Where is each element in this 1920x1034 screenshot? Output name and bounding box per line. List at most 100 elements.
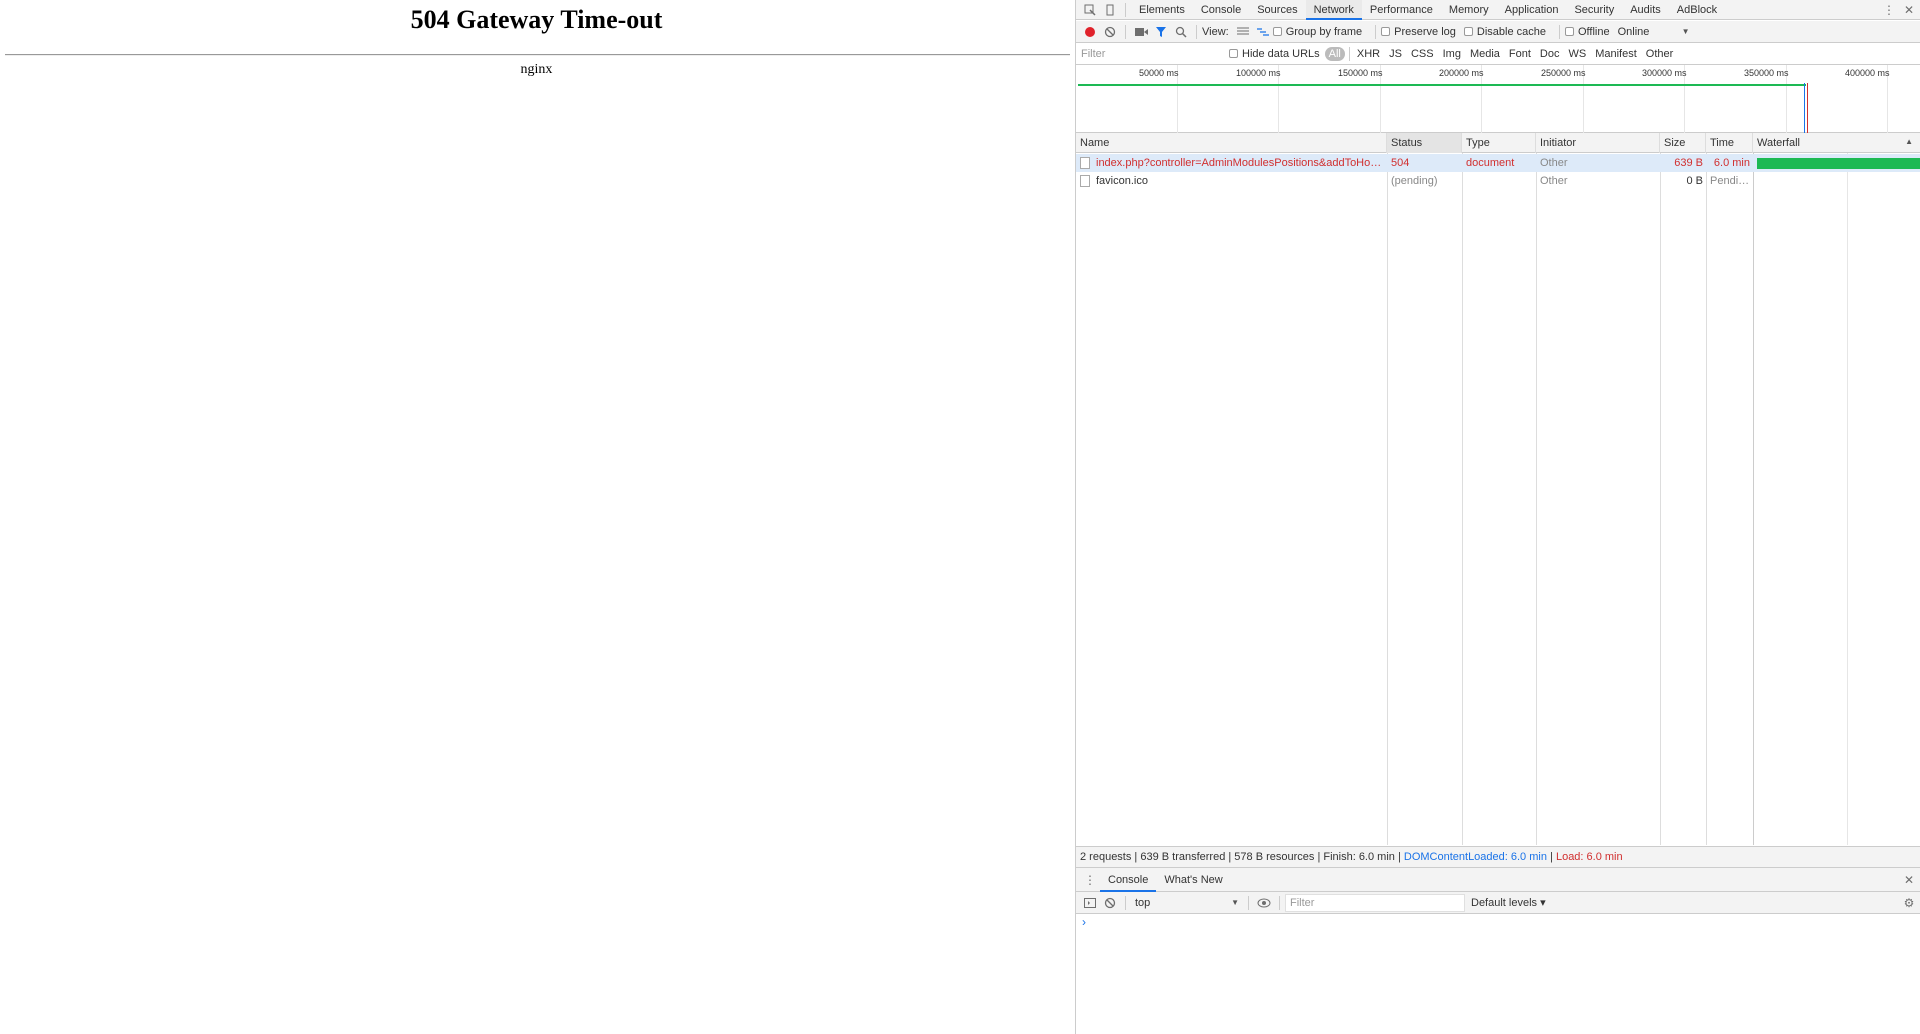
eye-icon[interactable] xyxy=(1254,893,1274,913)
overview-icon[interactable] xyxy=(1253,22,1273,42)
drawer-tabbar: ⋮ Console What's New ✕ xyxy=(1076,868,1920,892)
preserve-log-checkbox[interactable]: Preserve log xyxy=(1381,26,1456,38)
filter-type-css[interactable]: CSS xyxy=(1407,47,1438,61)
context-select[interactable]: top ▼ xyxy=(1131,894,1243,912)
tab-performance[interactable]: Performance xyxy=(1362,0,1441,20)
overview-tick: 300000 ms xyxy=(1642,68,1687,78)
drawer-tab-whats-new[interactable]: What's New xyxy=(1156,868,1230,892)
filter-type-ws[interactable]: WS xyxy=(1564,47,1590,61)
tab-adblock[interactable]: AdBlock xyxy=(1669,0,1725,20)
overview-tick: 50000 ms xyxy=(1139,68,1179,78)
filter-type-all[interactable]: All xyxy=(1324,46,1345,61)
tab-sources[interactable]: Sources xyxy=(1249,0,1305,20)
filter-icon[interactable] xyxy=(1151,22,1171,42)
throttling-value: Online xyxy=(1617,25,1650,38)
separator xyxy=(1125,895,1126,910)
tab-audits[interactable]: Audits xyxy=(1622,0,1669,20)
column-type[interactable]: Type xyxy=(1462,133,1536,153)
throttling-select[interactable]: Online ▼ xyxy=(1618,26,1690,38)
column-divider xyxy=(1536,153,1537,845)
search-icon[interactable] xyxy=(1171,22,1191,42)
checkbox-box xyxy=(1381,27,1391,36)
dropdown-arrow-icon: ▼ xyxy=(1231,898,1239,907)
table-row[interactable]: favicon.ico (pending) Other 0 B Pending xyxy=(1076,172,1920,190)
request-name: favicon.ico xyxy=(1096,175,1148,187)
devtools-panel: Elements Console Sources Network Perform… xyxy=(1075,0,1920,1034)
column-time[interactable]: Time xyxy=(1706,133,1753,153)
filter-type-font[interactable]: Font xyxy=(1505,47,1535,61)
filter-input[interactable]: Filter xyxy=(1079,45,1221,63)
record-icon[interactable] xyxy=(1080,22,1100,42)
request-table-header: Name Status Type Initiator Size Time Wat… xyxy=(1076,133,1920,153)
column-initiator[interactable]: Initiator xyxy=(1536,133,1660,153)
clear-console-icon[interactable] xyxy=(1100,893,1120,913)
separator xyxy=(1375,24,1377,39)
filter-type-img[interactable]: Img xyxy=(1439,47,1465,61)
filter-type-doc[interactable]: Doc xyxy=(1536,47,1564,61)
separator xyxy=(1279,895,1280,910)
offline-label: Offline xyxy=(1577,25,1610,38)
filter-type-other[interactable]: Other xyxy=(1642,47,1678,61)
request-status: 504 xyxy=(1391,157,1410,169)
checkbox-box xyxy=(1463,27,1473,36)
inspect-element-icon[interactable] xyxy=(1080,0,1100,20)
request-type: document xyxy=(1466,157,1515,169)
tab-memory[interactable]: Memory xyxy=(1441,0,1497,20)
drawer-menu-icon[interactable]: ⋮ xyxy=(1080,870,1100,890)
filter-bar: Filter Hide data URLs All XHR JS CSS Img… xyxy=(1076,43,1920,65)
filter-type-manifest[interactable]: Manifest xyxy=(1591,47,1641,61)
console-prompt[interactable]: › xyxy=(1082,915,1086,929)
group-by-frame-checkbox[interactable]: Group by frame xyxy=(1272,26,1362,38)
log-levels-select[interactable]: Default levels ▾ xyxy=(1471,896,1546,909)
request-time: 6.0 min xyxy=(1713,157,1750,169)
device-toolbar-icon[interactable] xyxy=(1100,0,1120,20)
drawer-tab-console[interactable]: Console xyxy=(1100,868,1157,892)
filter-type-js[interactable]: JS xyxy=(1385,47,1406,61)
request-status: (pending) xyxy=(1391,175,1438,187)
gear-icon[interactable]: ⚙ xyxy=(1899,893,1919,913)
column-name[interactable]: Name xyxy=(1076,133,1387,153)
divider xyxy=(5,54,1070,56)
request-name: index.php?controller=AdminModulesPositio… xyxy=(1096,157,1385,169)
overview-tick: 350000 ms xyxy=(1744,68,1789,78)
clear-icon[interactable] xyxy=(1100,22,1120,42)
network-summary-bar: 2 requests | 639 B transferred | 578 B r… xyxy=(1076,846,1920,868)
more-options-icon[interactable]: ⋮ xyxy=(1879,0,1899,20)
tab-application[interactable]: Application xyxy=(1497,0,1567,20)
close-devtools-icon[interactable]: ✕ xyxy=(1899,0,1919,20)
tab-elements[interactable]: Elements xyxy=(1131,0,1193,20)
console-filter-input[interactable]: Filter xyxy=(1285,893,1465,912)
filter-type-xhr[interactable]: XHR xyxy=(1353,47,1384,61)
separator xyxy=(1196,24,1197,39)
sort-ascending-icon: ▲ xyxy=(1905,137,1913,146)
tab-security[interactable]: Security xyxy=(1566,0,1622,20)
table-row[interactable]: index.php?controller=AdminModulesPositio… xyxy=(1076,154,1920,172)
filter-type-media[interactable]: Media xyxy=(1466,47,1504,61)
disable-cache-checkbox[interactable]: Disable cache xyxy=(1463,26,1546,38)
request-type xyxy=(1462,172,1536,190)
overview-tick: 400000 ms xyxy=(1845,68,1890,78)
checkbox-box xyxy=(1272,27,1282,36)
large-rows-icon[interactable] xyxy=(1233,22,1253,42)
column-size[interactable]: Size xyxy=(1660,133,1706,153)
separator xyxy=(1248,895,1249,910)
tab-network[interactable]: Network xyxy=(1305,0,1362,20)
request-size: 639 B xyxy=(1674,157,1703,169)
load-marker xyxy=(1807,83,1808,133)
column-divider xyxy=(1706,153,1707,845)
column-waterfall[interactable]: Waterfall xyxy=(1753,133,1920,153)
checkbox-box xyxy=(1564,27,1574,36)
hide-data-urls-checkbox[interactable]: Hide data URLs xyxy=(1229,48,1320,60)
separator xyxy=(1348,46,1350,61)
offline-checkbox[interactable]: Offline xyxy=(1564,25,1610,38)
overview-tick: 250000 ms xyxy=(1541,68,1586,78)
screenshot-camera-icon[interactable] xyxy=(1131,22,1151,42)
close-drawer-icon[interactable]: ✕ xyxy=(1899,870,1919,890)
tab-console[interactable]: Console xyxy=(1193,0,1249,20)
file-icon xyxy=(1080,175,1090,187)
preserve-log-label: Preserve log xyxy=(1394,25,1456,38)
network-overview[interactable]: 50000 ms 100000 ms 150000 ms 200000 ms 2… xyxy=(1076,65,1920,133)
separator xyxy=(1125,2,1126,17)
sidebar-toggle-icon[interactable] xyxy=(1080,893,1100,913)
column-status[interactable]: Status xyxy=(1387,133,1462,153)
